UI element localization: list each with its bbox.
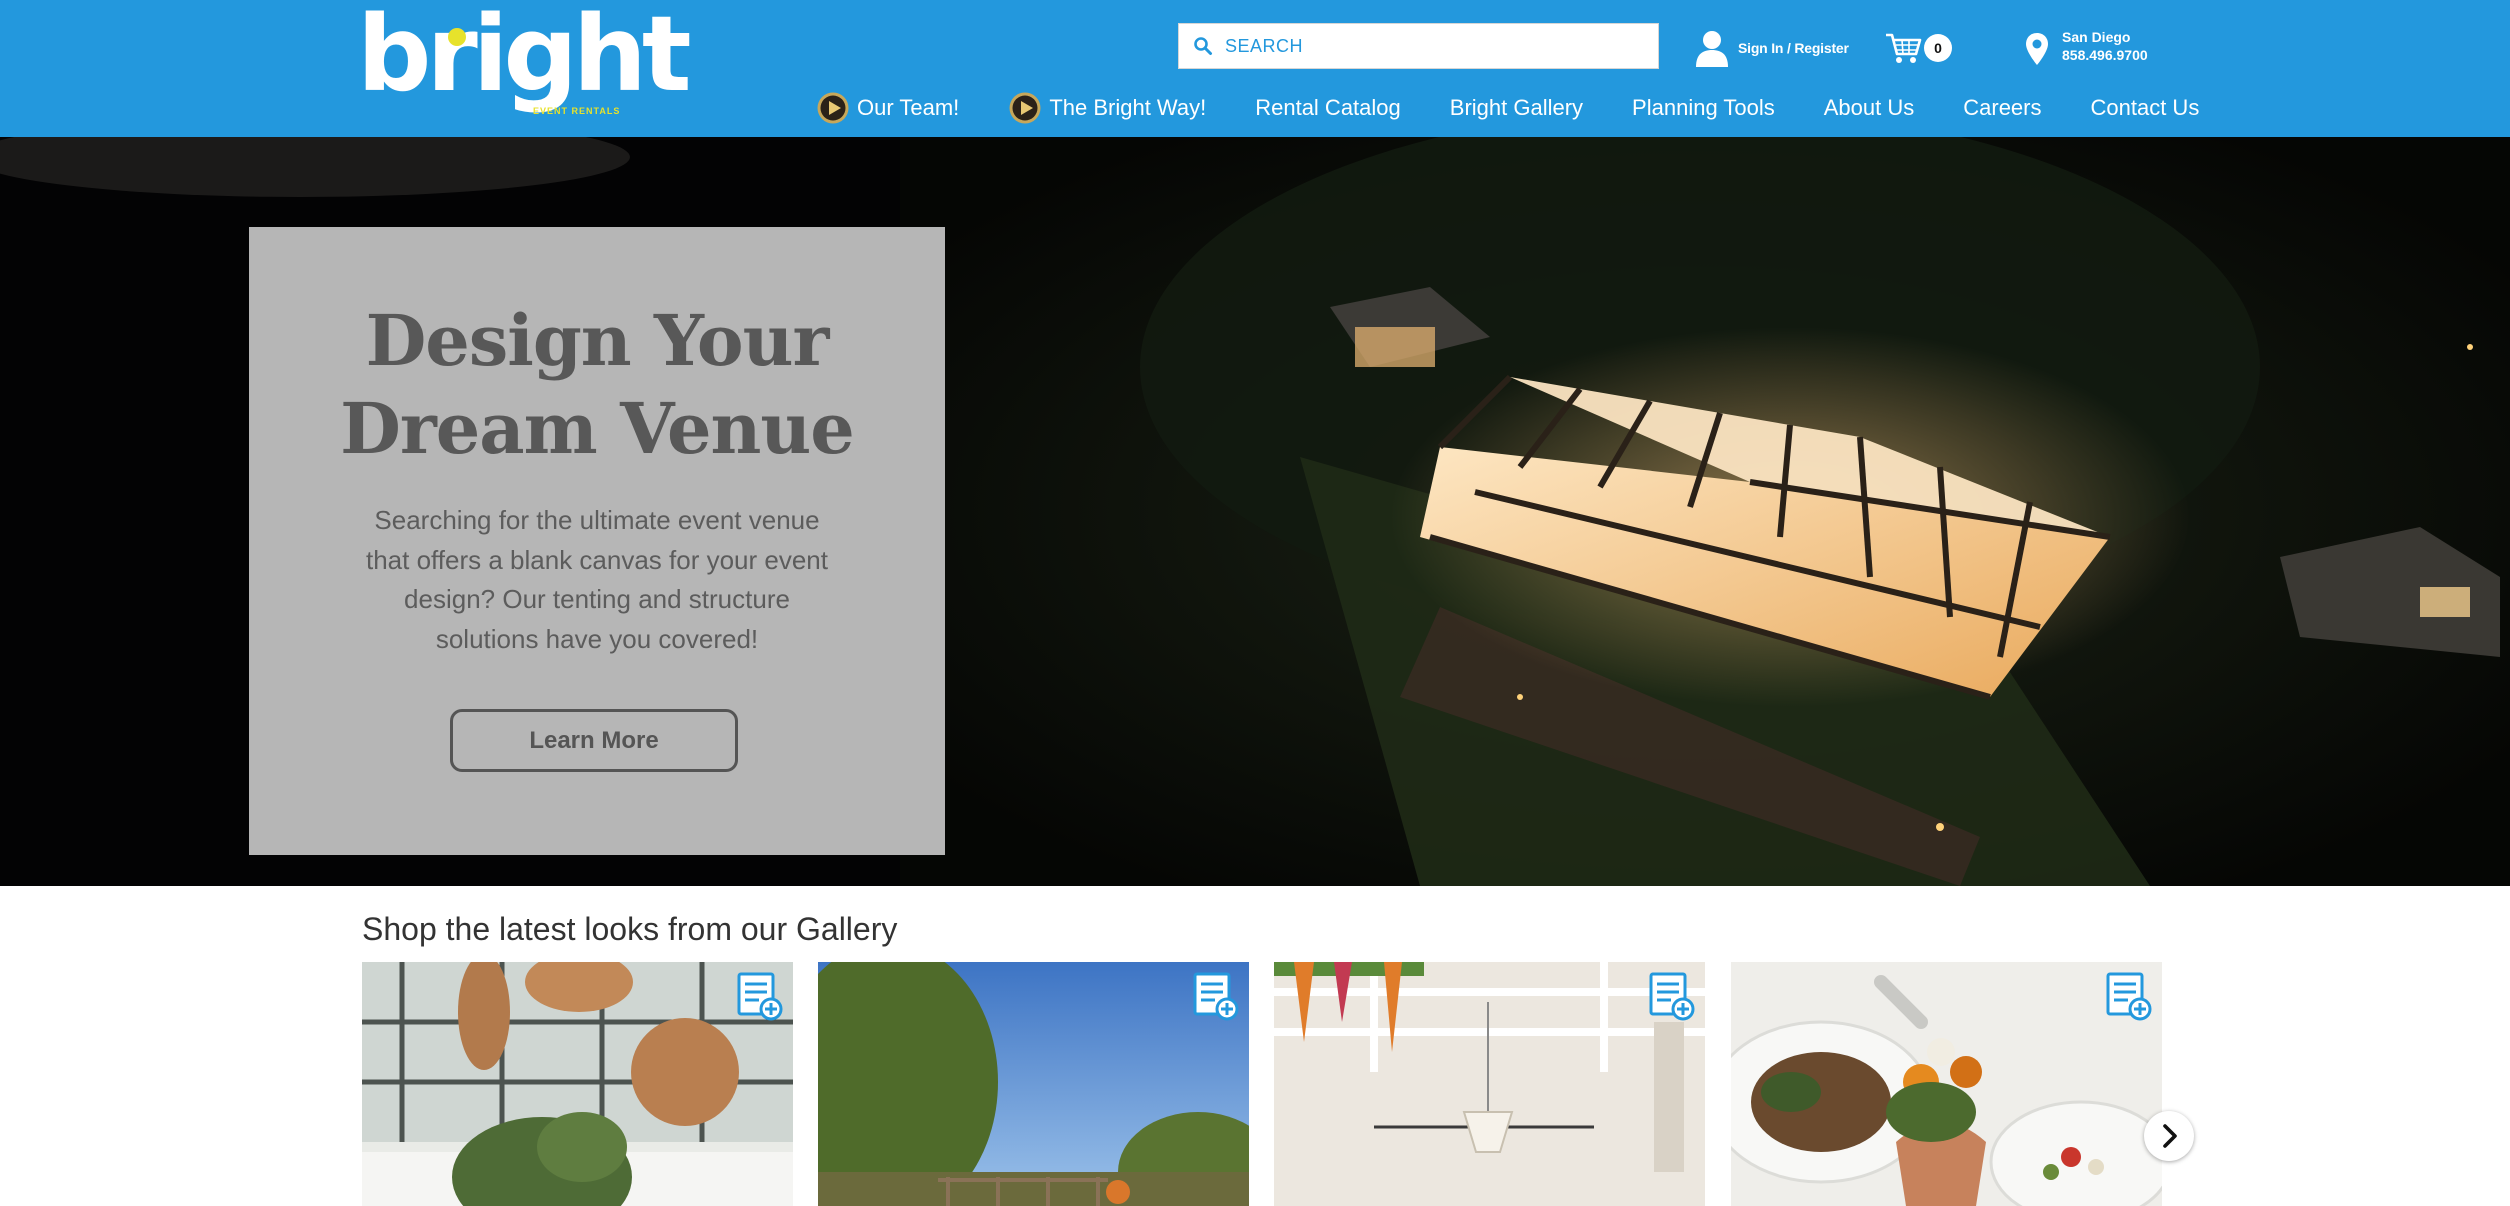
play-icon	[817, 92, 849, 124]
sign-in-label: Sign In / Register	[1738, 40, 1849, 56]
gallery-heading: Shop the latest looks from our Gallery	[362, 911, 898, 947]
chevron-right-icon	[2163, 1124, 2177, 1148]
nav-our-team[interactable]: Our Team!	[816, 91, 959, 125]
nav-about-us[interactable]: About Us	[1824, 95, 1915, 121]
add-to-list-icon[interactable]	[737, 972, 783, 1022]
gallery-photo-pendant-lights	[362, 962, 793, 1206]
sign-in-register-link[interactable]: Sign In / Register	[1694, 29, 1849, 67]
nav-contact-us[interactable]: Contact Us	[2091, 95, 2200, 121]
location-phone: 858.496.9700	[2062, 47, 2148, 63]
cart-button[interactable]: 0	[1885, 30, 1959, 66]
learn-more-button[interactable]: Learn More	[450, 709, 738, 772]
gallery-card[interactable]	[1731, 962, 2162, 1206]
gallery-photo-table-setting	[1731, 962, 2162, 1206]
nav-planning-tools[interactable]: Planning Tools	[1632, 95, 1775, 121]
hero-banner: Design Your Dream Venue Searching for th…	[0, 137, 2510, 886]
logo-dot	[448, 28, 466, 46]
nav-label: Our Team!	[857, 95, 960, 120]
nav-label: The Bright Way!	[1049, 95, 1207, 120]
hero-text-line: design? Our tenting and structure	[404, 584, 790, 614]
site-header: bright EVENT RENTALS Sign In / Register …	[0, 0, 2510, 137]
hero-description: Searching for the ultimate event venue t…	[353, 501, 841, 659]
search-icon[interactable]	[1193, 36, 1213, 56]
logo-wordmark: bright	[357, 0, 692, 115]
hero-text-line: solutions have you covered!	[435, 623, 759, 654]
nav-bright-gallery[interactable]: Bright Gallery	[1450, 95, 1583, 121]
gallery-card[interactable]	[362, 962, 793, 1206]
cart-icon	[1886, 33, 1922, 63]
add-to-list-icon[interactable]	[1193, 972, 1239, 1022]
add-to-list-icon[interactable]	[2106, 972, 2152, 1022]
gallery-card[interactable]	[1274, 962, 1705, 1206]
hero-text-line: Searching for the ultimate event venue	[374, 505, 820, 535]
search-input[interactable]	[1225, 24, 1645, 68]
hero-title-line: Dream Venue	[340, 387, 855, 470]
nav-rental-catalog[interactable]: Rental Catalog	[1255, 95, 1401, 121]
bright-logo[interactable]: bright EVENT RENTALS	[357, 2, 692, 122]
user-icon	[1696, 31, 1728, 67]
gallery-card[interactable]	[818, 962, 1249, 1206]
gallery-photo-outdoor-venue	[818, 962, 1249, 1206]
gallery-next-button[interactable]	[2144, 1111, 2194, 1161]
hero-title-line: Design Your	[365, 299, 830, 382]
gallery-photo-floral-ceiling-hall	[1274, 962, 1705, 1206]
location-city: San Diego	[2062, 29, 2131, 45]
hero-promo-card: Design Your Dream Venue Searching for th…	[249, 227, 945, 855]
location-pin-icon	[2026, 33, 2048, 65]
nav-careers[interactable]: Careers	[1963, 95, 2041, 121]
search-box	[1178, 23, 1659, 69]
cart-count-badge: 0	[1924, 34, 1952, 62]
play-icon	[1009, 92, 1041, 124]
nav-bright-way[interactable]: The Bright Way!	[1008, 91, 1206, 125]
hero-title: Design Your Dream Venue	[249, 297, 945, 473]
main-nav: Our Team! The Bright Way! Rental Catalog…	[816, 88, 2199, 128]
logo-subtitle: EVENT RENTALS	[533, 106, 621, 116]
hero-text-line: that offers a blank canvas for your even…	[365, 544, 828, 575]
add-to-list-icon[interactable]	[1649, 972, 1695, 1022]
